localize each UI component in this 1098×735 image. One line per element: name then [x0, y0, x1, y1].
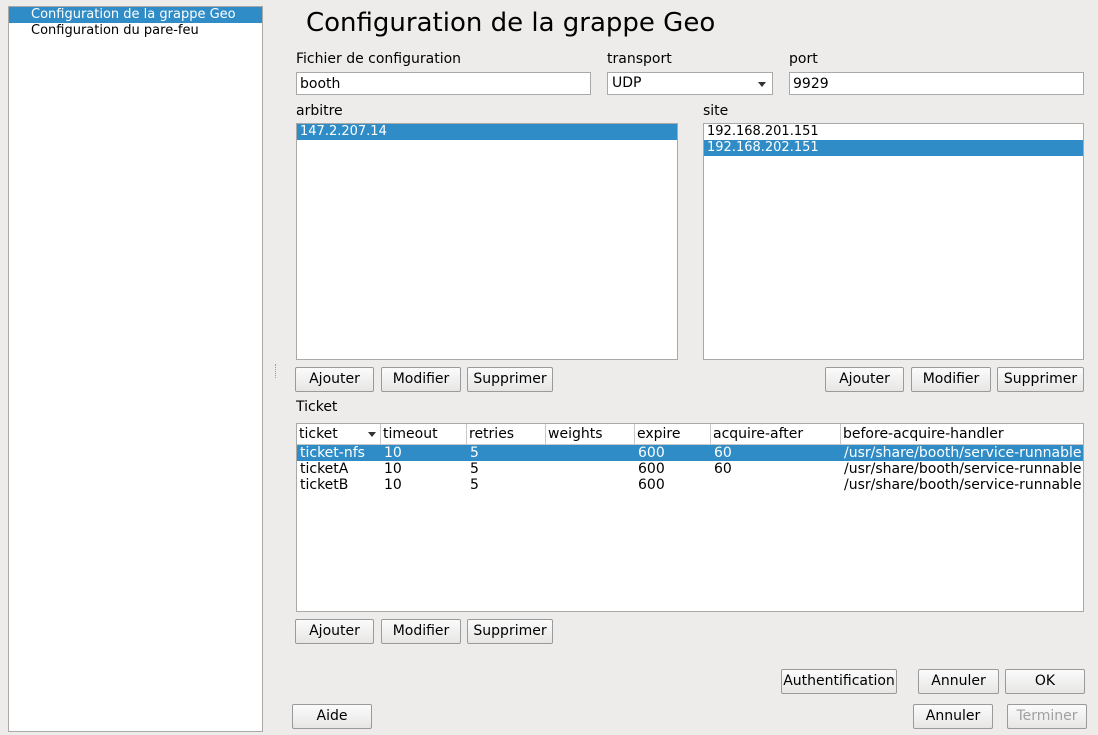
column-header-label: ticket: [299, 426, 338, 442]
sidebar-item-firewall[interactable]: Configuration du pare-feu: [9, 23, 262, 39]
cell-weights: [546, 477, 549, 493]
cell-weights: [546, 445, 549, 461]
cell-handler: /usr/share/booth/service-runnable: [844, 477, 1082, 493]
site-delete-button[interactable]: Supprimer: [997, 367, 1084, 392]
table-row[interactable]: ticket-nfs 10 5 600 60 /usr/share/booth/…: [297, 445, 1083, 461]
cell-weights: [546, 461, 549, 477]
transport-select[interactable]: UDP: [607, 72, 773, 95]
arbitrator-add-button[interactable]: Ajouter: [295, 367, 374, 392]
config-file-input[interactable]: [296, 72, 591, 95]
cell-handler: /usr/share/booth/service-runnable: [844, 445, 1082, 461]
sidebar-tree[interactable]: Configuration de la grappe Geo Configura…: [8, 6, 263, 732]
sidebar-item-geo-cluster[interactable]: Configuration de la grappe Geo: [9, 7, 262, 23]
cancel-button[interactable]: Annuler: [913, 704, 993, 729]
column-header-retries[interactable]: retries: [467, 424, 546, 444]
list-item[interactable]: 192.168.201.151: [704, 124, 1083, 140]
finish-button[interactable]: Terminer: [1007, 704, 1087, 729]
authentication-button[interactable]: Authentification: [781, 669, 897, 694]
cell-expire: 600: [638, 461, 665, 477]
cell-handler: /usr/share/booth/service-runnable: [844, 461, 1082, 477]
help-button[interactable]: Aide: [292, 704, 372, 729]
page-title: Configuration de la grappe Geo: [306, 8, 716, 38]
site-add-button[interactable]: Ajouter: [825, 367, 904, 392]
ticket-delete-button[interactable]: Supprimer: [467, 619, 553, 644]
site-edit-button[interactable]: Modifier: [911, 367, 991, 392]
table-row[interactable]: ticketA 10 5 600 60 /usr/share/booth/ser…: [297, 461, 1083, 477]
cell-timeout: 10: [384, 461, 402, 477]
cell-expire: 600: [638, 445, 665, 461]
transport-label: transport: [607, 51, 672, 67]
transport-value: UDP: [612, 75, 642, 91]
cell-expire: 600: [638, 477, 665, 493]
cell-ticket: ticketB: [300, 477, 349, 493]
column-header-expire[interactable]: expire: [635, 424, 711, 444]
dialog-cancel-button[interactable]: Annuler: [918, 669, 999, 694]
cell-acquire-after: 60: [714, 445, 732, 461]
table-header: ticket timeout retries weights expire ac…: [297, 424, 1083, 445]
splitter-handle[interactable]: [275, 364, 278, 378]
config-file-label: Fichier de configuration: [296, 51, 462, 67]
list-item[interactable]: 147.2.207.14: [297, 124, 677, 140]
cell-timeout: 10: [384, 477, 402, 493]
cell-retries: 5: [470, 461, 479, 477]
ticket-label: Ticket: [296, 399, 338, 415]
arbitrator-edit-button[interactable]: Modifier: [381, 367, 461, 392]
column-header-acquire-after[interactable]: acquire-after: [711, 424, 841, 444]
table-row[interactable]: ticketB 10 5 600 /usr/share/booth/servic…: [297, 477, 1083, 493]
site-list[interactable]: 192.168.201.151 192.168.202.151: [703, 123, 1084, 360]
cell-ticket: ticket-nfs: [300, 445, 365, 461]
list-item[interactable]: 192.168.202.151: [704, 140, 1083, 156]
ok-button[interactable]: OK: [1005, 669, 1085, 694]
column-header-timeout[interactable]: timeout: [381, 424, 467, 444]
cell-retries: 5: [470, 477, 479, 493]
dropdown-arrow-icon: [758, 82, 766, 87]
arbitrator-list[interactable]: 147.2.207.14: [296, 123, 678, 360]
column-header-before-acquire-handler[interactable]: before-acquire-handler: [841, 424, 1083, 444]
site-label: site: [703, 103, 729, 119]
arbitrator-label: arbitre: [296, 103, 343, 119]
arbitrator-delete-button[interactable]: Supprimer: [467, 367, 553, 392]
cell-retries: 5: [470, 445, 479, 461]
ticket-table[interactable]: ticket timeout retries weights expire ac…: [296, 423, 1084, 612]
port-input[interactable]: [789, 72, 1084, 95]
sort-arrow-icon: [368, 432, 376, 437]
ticket-add-button[interactable]: Ajouter: [295, 619, 374, 644]
cell-ticket: ticketA: [300, 461, 349, 477]
cell-acquire-after: [711, 477, 714, 493]
ticket-edit-button[interactable]: Modifier: [381, 619, 461, 644]
port-label: port: [789, 51, 818, 67]
column-header-ticket[interactable]: ticket: [297, 424, 381, 444]
column-header-weights[interactable]: weights: [546, 424, 635, 444]
cell-timeout: 10: [384, 445, 402, 461]
cell-acquire-after: 60: [714, 461, 732, 477]
